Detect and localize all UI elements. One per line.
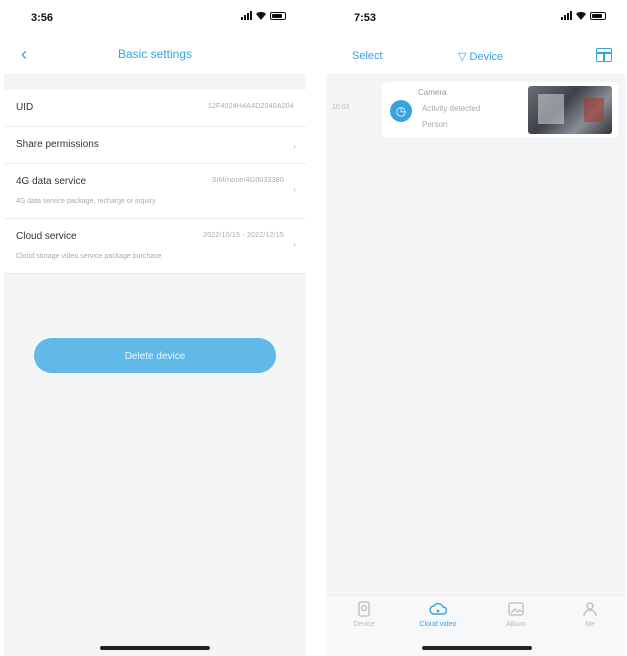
chevron-right-icon: › (293, 184, 296, 194)
tab-label: Device (353, 621, 375, 628)
uid-value: 12F4024H4A4D2040A204 (207, 103, 294, 110)
status-time: 7:53 (354, 12, 377, 24)
select-button[interactable]: Select (352, 50, 383, 62)
event-card[interactable]: ◷ Camera Activity detected Person (382, 82, 618, 138)
chevron-right-icon: › (293, 141, 296, 151)
device-icon (355, 600, 373, 618)
profile-icon (581, 600, 599, 618)
settings-list: UID 12F4024H4A4D2040A204 Share permissio… (4, 90, 306, 274)
calendar-icon[interactable] (596, 48, 612, 62)
row-label: Cloud service (16, 231, 77, 242)
event-thumbnail[interactable] (528, 86, 612, 134)
signal-icon (561, 11, 572, 20)
delete-device-button[interactable]: Delete device (34, 338, 276, 373)
setting-row-share-permissions[interactable]: Share permissions › (4, 127, 306, 164)
wifi-icon (256, 12, 266, 20)
wifi-icon (576, 12, 586, 20)
nav-bar: Select ▽ Device (326, 34, 626, 74)
row-description: Cloud storage video service package purc… (16, 253, 162, 260)
event-detail: Person (422, 120, 448, 129)
data-service-value: SIM/none/4G0033380 (211, 177, 284, 184)
status-time: 3:56 (31, 12, 54, 24)
page-title: Basic settings (117, 47, 193, 61)
setting-row-4g-data[interactable]: 4G data service SIM/none/4G0033380 4G da… (4, 164, 306, 219)
battery-icon (590, 12, 606, 20)
motion-detected-icon: ◷ (390, 100, 412, 122)
signal-icon (241, 11, 252, 20)
row-label: UID (16, 102, 34, 113)
cloud-icon (429, 600, 448, 618)
row-description: 4G data service package, recharge or inq… (16, 198, 156, 205)
cloud-service-value: 2022/10/15 - 2022/12/15 (203, 232, 284, 239)
tab-me[interactable]: Me (560, 600, 620, 628)
status-bar: 7:53 (326, 0, 626, 34)
event-device-name: Camera (418, 88, 447, 97)
setting-row-cloud-service[interactable]: Cloud service 2022/10/15 - 2022/12/15 Cl… (4, 219, 306, 274)
row-label: Share permissions (16, 139, 99, 150)
tab-label: Album (506, 621, 526, 628)
home-indicator (100, 646, 210, 650)
home-indicator (422, 646, 532, 650)
album-icon (507, 600, 525, 618)
basic-settings-screen: 3:56 ‹ Basic settings UID 12F4024H4A4D20… (4, 0, 306, 656)
status-bar: 3:56 (4, 0, 306, 34)
device-filter-dropdown[interactable]: ▽ Device (458, 50, 503, 63)
cloud-video-screen: 7:53 Select ▽ Device 10:03 ◷ Camera Acti… (326, 0, 626, 656)
system-icons (241, 11, 286, 20)
row-label: 4G data service (16, 176, 87, 187)
chevron-right-icon: › (293, 239, 296, 249)
event-type: Activity detected (422, 104, 481, 113)
tab-label: Me (585, 621, 595, 628)
event-timeline: 10:03 ◷ Camera Activity detected Person (326, 74, 626, 596)
battery-icon (270, 12, 286, 20)
tab-album[interactable]: Album (486, 600, 546, 628)
tab-cloud-video[interactable]: Cloud video (408, 600, 468, 628)
system-icons (561, 11, 606, 20)
event-time: 10:03 (332, 104, 350, 111)
tab-device[interactable]: Device (334, 600, 394, 628)
nav-bar: ‹ Basic settings (4, 34, 306, 74)
tab-label: Cloud video (419, 621, 457, 628)
setting-row-uid: UID 12F4024H4A4D2040A204 (4, 90, 306, 127)
